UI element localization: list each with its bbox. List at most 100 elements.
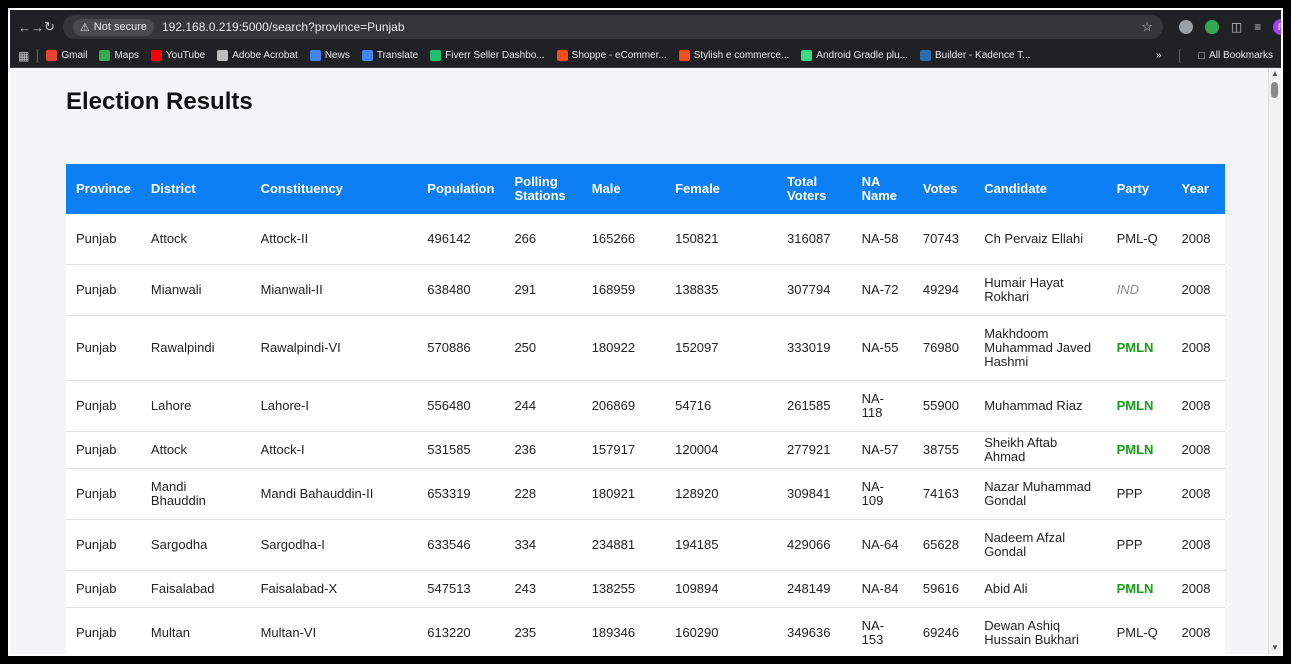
bookmark-item[interactable]: Fiverr Seller Dashbo...: [430, 50, 545, 61]
cell-province: Punjab: [66, 468, 141, 520]
column-header[interactable]: Candidate: [974, 164, 1107, 214]
scroll-up-icon[interactable]: ▲: [1271, 70, 1279, 78]
cell-male: 165266: [581, 214, 666, 265]
cell-votes: 74163: [912, 468, 975, 520]
profile-avatar[interactable]: R: [1273, 19, 1281, 35]
cell-na: NA-55: [851, 315, 913, 381]
bookmark-item[interactable]: Builder - Kadence T...: [920, 50, 1030, 61]
column-header[interactable]: Constituency: [250, 164, 418, 214]
cell-party: PPP: [1106, 519, 1172, 571]
column-header[interactable]: NA Name: [851, 164, 913, 214]
column-header[interactable]: Year: [1171, 164, 1225, 214]
bookmark-label: News: [324, 50, 350, 61]
extension-icon[interactable]: [1204, 20, 1219, 34]
all-bookmarks-label: All Bookmarks: [1209, 50, 1273, 61]
cell-constituency: Attock-II: [250, 214, 418, 265]
scroll-thumb[interactable]: [1271, 82, 1278, 98]
address-bar[interactable]: ⚠ Not secure 192.168.0.219:5000/search?p…: [62, 15, 1163, 39]
cell-constituency: Rawalpindi-VI: [250, 315, 418, 381]
cell-province: Punjab: [66, 570, 141, 608]
cell-candidate: Abid Ali: [974, 570, 1107, 608]
cell-na: NA-72: [851, 264, 913, 316]
cell-total: 248149: [777, 570, 852, 608]
bookmark-label: Fiverr Seller Dashbo...: [445, 50, 545, 61]
cell-male: 168959: [581, 264, 666, 316]
cell-male: 189346: [581, 607, 666, 654]
cell-polling: 266: [504, 214, 582, 265]
camera-extension-icon[interactable]: [1178, 20, 1193, 34]
cell-polling: 228: [504, 468, 582, 520]
puzzle-icon[interactable]: ◫: [1231, 20, 1242, 34]
reading-list-icon[interactable]: ≡: [1254, 20, 1261, 34]
cell-constituency: Attock-I: [250, 431, 418, 469]
bookmark-favicon-icon: [430, 50, 442, 61]
cell-constituency: Lahore-I: [250, 380, 418, 432]
bookmark-item[interactable]: Android Gradle plu...: [801, 50, 908, 61]
table-row: Punjab Lahore Lahore-I 556480 244 206869 54716…: [66, 380, 1225, 432]
bookmark-item[interactable]: Maps: [99, 50, 139, 61]
column-header[interactable]: District: [140, 164, 251, 214]
cell-votes: 38755: [912, 431, 975, 469]
cell-party: PMLN: [1106, 570, 1172, 608]
cell-total: 316087: [777, 214, 852, 265]
cell-province: Punjab: [66, 315, 141, 381]
cell-party: IND: [1106, 264, 1172, 316]
cell-candidate: Ch Pervaiz Ellahi: [974, 214, 1107, 265]
scroll-down-icon[interactable]: ▼: [1271, 644, 1279, 652]
cell-votes: 55900: [912, 380, 975, 432]
cell-year: 2008: [1171, 607, 1225, 654]
column-header[interactable]: Province: [66, 164, 141, 214]
bookmark-item[interactable]: Shoppe - eCommer...: [556, 50, 667, 61]
cell-polling: 291: [504, 264, 582, 316]
cell-female: 150821: [665, 214, 778, 265]
url-text[interactable]: 192.168.0.219:5000/search?province=Punja…: [162, 20, 405, 34]
cell-year: 2008: [1171, 431, 1225, 469]
bookmark-label: Shoppe - eCommer...: [571, 50, 667, 61]
bookmark-label: Adobe Acrobat: [232, 50, 298, 61]
forward-icon[interactable]: →: [31, 20, 44, 35]
apps-grid-icon[interactable]: ▦: [18, 49, 29, 63]
reload-icon[interactable]: ↻: [44, 19, 55, 35]
column-header[interactable]: Population: [417, 164, 505, 214]
bookmark-item[interactable]: Translate: [361, 50, 419, 61]
security-badge[interactable]: ⚠ Not secure: [72, 18, 154, 36]
bookmark-item[interactable]: Gmail: [46, 50, 87, 61]
bookmarks-overflow-button[interactable]: »: [1156, 50, 1162, 61]
bookmark-label: Maps: [114, 50, 139, 61]
cell-party: PPP: [1106, 468, 1172, 520]
column-header[interactable]: Polling Stations: [504, 164, 582, 214]
cell-province: Punjab: [66, 214, 141, 265]
column-header[interactable]: Total Voters: [777, 164, 852, 214]
cell-province: Punjab: [66, 264, 141, 316]
column-header[interactable]: Male: [581, 164, 666, 214]
bookmark-star-icon[interactable]: ☆: [1141, 19, 1153, 35]
back-icon[interactable]: ←: [18, 20, 31, 35]
all-bookmarks-button[interactable]: □ All Bookmarks: [1198, 50, 1273, 62]
bookmark-favicon-icon: [99, 50, 111, 61]
cell-constituency: Sargodha-I: [250, 519, 418, 571]
cell-population: 531585: [417, 431, 505, 469]
cell-population: 556480: [417, 380, 505, 432]
cell-district: Mianwali: [140, 264, 251, 316]
bookmark-item[interactable]: News: [309, 50, 350, 61]
cell-female: 54716: [665, 380, 778, 432]
bookmark-label: Translate: [376, 50, 419, 61]
cell-female: 160290: [665, 607, 778, 654]
cell-province: Punjab: [66, 380, 141, 432]
column-header[interactable]: Votes: [912, 164, 975, 214]
cell-na: NA-153: [851, 607, 913, 654]
cell-candidate: Humair Hayat Rokhari: [974, 264, 1107, 316]
bookmark-favicon-icon: [920, 50, 932, 61]
cell-votes: 69246: [912, 607, 975, 654]
bookmark-item[interactable]: YouTube: [150, 50, 206, 61]
folder-icon: □: [1198, 49, 1206, 62]
cell-district: Attock: [140, 214, 251, 265]
bookmark-item[interactable]: Stylish e commerce...: [678, 50, 789, 61]
cell-party: PML-Q: [1106, 214, 1172, 265]
cell-district: Mandi Bhauddin: [140, 468, 251, 520]
column-header[interactable]: Party: [1106, 164, 1172, 214]
vertical-scrollbar[interactable]: ▲ ▼: [1268, 68, 1281, 654]
column-header[interactable]: Female: [665, 164, 778, 214]
bookmark-item[interactable]: Adobe Acrobat: [217, 50, 298, 61]
bookmark-label: YouTube: [165, 50, 206, 61]
